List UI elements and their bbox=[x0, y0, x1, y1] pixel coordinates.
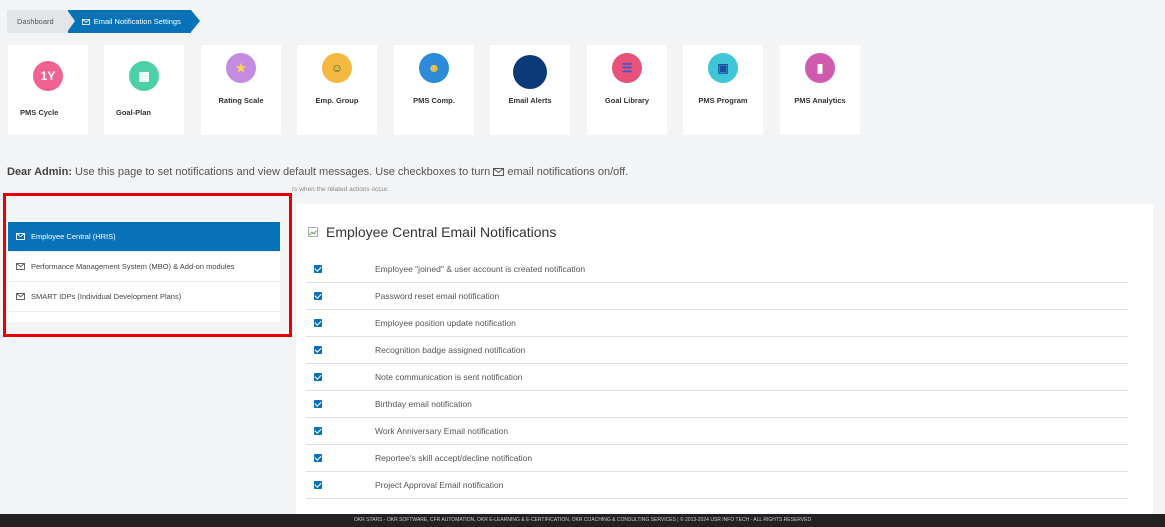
notification-category-menu: Employee Central (HRIS) Performance Mana… bbox=[8, 222, 280, 322]
report-chart-icon: ▮ bbox=[805, 53, 835, 83]
tile-pms-cycle[interactable]: 1Y PMS Cycle bbox=[8, 45, 88, 135]
tile-label: Emp. Group bbox=[315, 96, 359, 105]
notification-row: Birthday email notification bbox=[306, 391, 1128, 418]
tile-rating-scale[interactable]: ★ Rating Scale bbox=[201, 45, 281, 135]
list-add-icon: ☰ bbox=[612, 53, 642, 83]
notification-label: Password reset email notification bbox=[375, 291, 500, 301]
notification-label: Employee "joined" & user account is crea… bbox=[375, 264, 586, 274]
tile-label: Email Alerts bbox=[508, 96, 552, 105]
notification-checkbox[interactable] bbox=[314, 265, 322, 273]
notification-row: Employee position update notification bbox=[306, 310, 1128, 337]
notification-label: Note communication is sent notification bbox=[375, 372, 523, 382]
notification-checkbox[interactable] bbox=[314, 346, 322, 354]
notification-row: Reportee's skill accept/decline notifica… bbox=[306, 445, 1128, 472]
panel-title: Employee Central Email Notifications bbox=[326, 224, 557, 240]
notification-row: Employee "joined" & user account is crea… bbox=[306, 256, 1128, 283]
breadcrumb-current: Email Notification Settings bbox=[66, 10, 200, 33]
breadcrumb-dashboard[interactable]: Dashboard bbox=[7, 10, 68, 33]
intro-text: Dear Admin: Use this page to set notific… bbox=[7, 166, 628, 178]
menu-item-employee-central[interactable]: Employee Central (HRIS) bbox=[8, 222, 280, 252]
notification-list: Employee "joined" & user account is crea… bbox=[306, 256, 1128, 499]
presentation-icon: ▣ bbox=[708, 53, 738, 83]
notification-checkbox[interactable] bbox=[314, 454, 322, 462]
envelope-icon bbox=[16, 263, 25, 270]
intro-text-before: Use this page to set notifications and v… bbox=[72, 166, 494, 178]
star-rating-icon: ★ bbox=[226, 53, 256, 83]
envelope-icon bbox=[16, 293, 25, 300]
tile-pms-comp[interactable]: ☻ PMS Comp. bbox=[394, 45, 474, 135]
notification-label: Reportee's skill accept/decline notifica… bbox=[375, 453, 533, 463]
notification-row: Project Approval Email notification bbox=[306, 472, 1128, 499]
tile-label: PMS Cycle bbox=[20, 108, 59, 117]
menu-item-performance-management[interactable]: Performance Management System (MBO) & Ad… bbox=[8, 252, 280, 282]
users-add-icon: ☺ bbox=[322, 53, 352, 83]
envelope-icon bbox=[493, 168, 505, 176]
notification-label: Birthday email notification bbox=[375, 399, 472, 409]
broken-image-icon bbox=[308, 227, 318, 237]
tile-label: PMS Analytics bbox=[794, 96, 846, 105]
footer: OKR STARS - OKR SOFTWARE, CFR AUTOMATION… bbox=[0, 514, 1165, 527]
broken-image-icon bbox=[513, 55, 547, 89]
notification-label: Work Anniversary Email notification bbox=[375, 426, 509, 436]
tile-label: Rating Scale bbox=[218, 96, 264, 105]
notification-row: Recognition badge assigned notification bbox=[306, 337, 1128, 364]
tile-pms-program[interactable]: ▣ PMS Program bbox=[683, 45, 763, 135]
tile-email-alerts[interactable]: Email Alerts bbox=[490, 45, 570, 135]
notification-row: Note communication is sent notification bbox=[306, 364, 1128, 391]
tile-goal-plan[interactable]: ▦ Goal-Plan bbox=[104, 45, 184, 135]
tile-pms-analytics[interactable]: ▮ PMS Analytics bbox=[780, 45, 860, 135]
notification-checkbox[interactable] bbox=[314, 427, 322, 435]
menu-item-label: SMART IDPs (Individual Development Plans… bbox=[31, 292, 182, 301]
tile-goal-library[interactable]: ☰ Goal Library bbox=[587, 45, 667, 135]
notification-row: Work Anniversary Email notification bbox=[306, 418, 1128, 445]
notification-label: Employee position update notification bbox=[375, 318, 516, 328]
notification-checkbox[interactable] bbox=[314, 400, 322, 408]
envelope-icon bbox=[16, 233, 25, 240]
head-gear-icon: ☻ bbox=[419, 53, 449, 83]
notification-label: Recognition badge assigned notification bbox=[375, 345, 526, 355]
tile-emp-group[interactable]: ☺ Emp. Group bbox=[297, 45, 377, 135]
intro-lead: Dear Admin: bbox=[7, 166, 72, 178]
tile-label: PMS Program bbox=[698, 96, 748, 105]
notification-checkbox[interactable] bbox=[314, 319, 322, 327]
tile-label: PMS Comp. bbox=[413, 96, 455, 105]
notification-checkbox[interactable] bbox=[314, 373, 322, 381]
envelope-icon bbox=[81, 18, 90, 25]
tile-label: Goal Library bbox=[604, 96, 650, 105]
calendar-plan-icon: ▦ bbox=[129, 61, 159, 91]
breadcrumb-current-label: Email Notification Settings bbox=[93, 17, 181, 26]
notification-checkbox[interactable] bbox=[314, 481, 322, 489]
notification-label: Project Approval Email notification bbox=[375, 480, 504, 490]
intro-text-after: email notifications on/off. bbox=[504, 166, 629, 178]
menu-item-label: Performance Management System (MBO) & Ad… bbox=[31, 262, 235, 271]
calendar-cycle-icon: 1Y bbox=[33, 61, 63, 91]
intro-subtext: rs when the related actions occur. bbox=[292, 186, 389, 193]
notification-row: Password reset email notification bbox=[306, 283, 1128, 310]
menu-item-label: Employee Central (HRIS) bbox=[31, 232, 116, 241]
breadcrumb: Dashboard Email Notification Settings bbox=[7, 10, 200, 33]
notification-checkbox[interactable] bbox=[314, 292, 322, 300]
notifications-panel: Employee Central Email Notifications Emp… bbox=[296, 204, 1153, 514]
menu-item-smart-idps[interactable]: SMART IDPs (Individual Development Plans… bbox=[8, 282, 280, 312]
tile-label: Goal-Plan bbox=[116, 108, 152, 117]
panel-header: Employee Central Email Notifications bbox=[308, 224, 556, 240]
module-tiles: 1Y PMS Cycle ▦ Goal-Plan ★ Rating Scale … bbox=[0, 45, 1165, 137]
